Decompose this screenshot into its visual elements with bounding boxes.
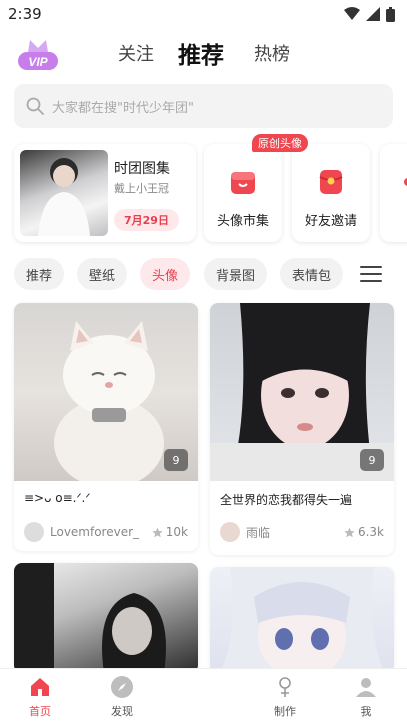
feed-card[interactable]: [210, 567, 394, 673]
nav-discover[interactable]: 发现: [92, 669, 152, 723]
nav-create-label: 制作: [274, 705, 296, 718]
feed-card[interactable]: 9 全世界的恋我都得失一遍 雨临 6.3k: [210, 303, 394, 555]
chip-stickers[interactable]: 表情包: [280, 258, 344, 290]
star-icon: [344, 526, 355, 537]
nav-discover-label: 发现: [111, 705, 133, 718]
vip-label: VIP: [28, 55, 48, 69]
avatar[interactable]: [24, 522, 44, 542]
feature-row: 时团图集 戴上小王冠 7月29日 头像市集 好友邀请: [0, 144, 407, 248]
album-date-badge: 7月29日: [114, 209, 179, 231]
nav-profile[interactable]: 我: [336, 669, 396, 723]
feed-caption: 全世界的恋我都得失一遍: [220, 493, 353, 507]
feed-image: [210, 567, 394, 673]
signal-icon: [366, 7, 380, 21]
album-card[interactable]: 时团图集 戴上小王冠 7月29日: [14, 144, 196, 242]
avatar[interactable]: [220, 522, 240, 542]
nav-create[interactable]: 制作: [255, 669, 315, 723]
feed-meta: Lovemforever_ 10k: [14, 513, 198, 543]
tile-label-avatar-market: 头像市集: [216, 214, 269, 229]
feed-likes[interactable]: 6.3k: [344, 525, 384, 539]
feed-username[interactable]: Lovemforever_: [50, 525, 152, 539]
tab-recommend[interactable]: 推荐: [178, 36, 224, 70]
search-input[interactable]: 大家都在搜"时代少年团": [14, 84, 393, 128]
top-nav: VIP 关注 推荐 热榜: [0, 30, 407, 76]
feed-image: 9: [210, 303, 394, 481]
feed-image: 9: [14, 303, 198, 488]
feed-username[interactable]: 雨临: [246, 524, 344, 541]
star-icon: [152, 526, 163, 537]
chip-recommend[interactable]: 推荐: [14, 258, 65, 290]
tile-avatar-market[interactable]: 头像市集: [204, 144, 282, 242]
search-icon: [26, 97, 44, 115]
status-bar: 2:39: [0, 0, 407, 28]
status-icons: [344, 6, 395, 22]
likes-count: 6.3k: [357, 525, 384, 539]
vip-badge[interactable]: VIP: [16, 38, 60, 72]
feed-meta: 雨临 6.3k: [210, 513, 394, 543]
bottom-nav: 首页 发现 制作 我: [0, 668, 407, 723]
nav-home-label: 首页: [29, 705, 51, 718]
image-count-badge: 9: [164, 449, 188, 471]
feed-likes[interactable]: 10k: [152, 525, 188, 539]
feed-card[interactable]: 9 ≡>ᴗ o≡.ᐟ.ᐟ Lovemforever_ 10k: [14, 303, 198, 551]
chip-wallpaper[interactable]: 壁纸: [77, 258, 128, 290]
album-subtitle: 戴上小王冠: [114, 182, 169, 195]
chip-avatar[interactable]: 头像: [140, 258, 191, 290]
status-time: 2:39: [8, 5, 42, 23]
tab-trending[interactable]: 热榜: [254, 40, 290, 66]
wifi-icon: [344, 7, 360, 20]
home-icon: [31, 678, 49, 696]
image-count-badge: 9: [360, 449, 384, 471]
menu-icon[interactable]: [360, 266, 382, 282]
tile-invite-friends[interactable]: 好友邀请: [292, 144, 370, 242]
red-packet-icon: [319, 170, 343, 194]
album-thumbnail: [20, 150, 108, 236]
feed-card[interactable]: [14, 563, 198, 673]
vip-crown-icon: VIP: [18, 40, 58, 70]
album-title: 时团图集: [114, 161, 170, 177]
compass-icon: [111, 676, 133, 698]
battery-icon: [386, 6, 395, 22]
original-avatar-badge: 原创头像: [252, 134, 308, 152]
feed-caption: ≡>ᴗ o≡.ᐟ.ᐟ: [24, 491, 91, 505]
search-placeholder: 大家都在搜"时代少年团": [52, 100, 194, 116]
tile-partial[interactable]: [380, 144, 407, 242]
tab-follow[interactable]: 关注: [118, 40, 154, 66]
nav-home[interactable]: 首页: [10, 669, 70, 723]
chip-background[interactable]: 背景图: [204, 258, 268, 290]
profile-icon: [356, 678, 376, 697]
create-icon: [279, 677, 291, 697]
likes-count: 10k: [165, 525, 188, 539]
category-chip-row: 推荐 壁纸 头像 背景图 表情包: [0, 258, 407, 292]
tile-label-invite-friends: 好友邀请: [304, 214, 357, 229]
feed-image: [14, 563, 198, 673]
shop-icon: [231, 172, 255, 194]
nav-profile-label: 我: [360, 705, 372, 718]
